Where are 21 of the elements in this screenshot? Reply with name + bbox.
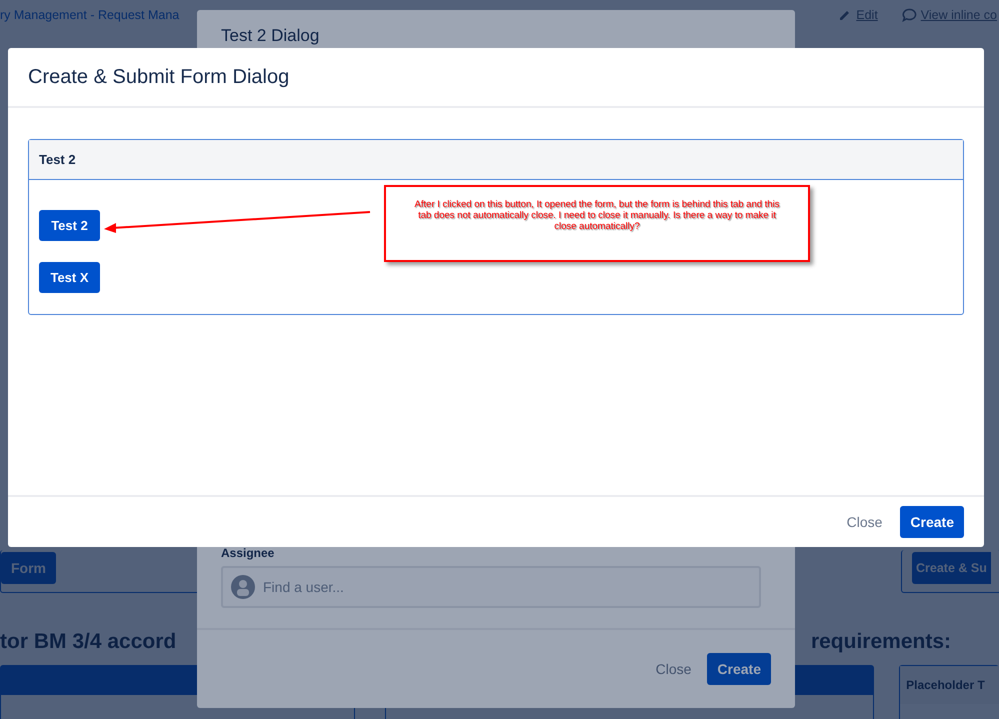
dialog-title: Test 2 Dialog: [220, 25, 320, 46]
create-button[interactable]: Create & Su: [912, 552, 991, 584]
close-button[interactable]: Close: [838, 506, 890, 538]
annotation-note: After I clicked on this button, It opened the form, but the form is behind this tab and this tab does not automatically close. I need to close it manually. Is there a way to make it close automatically?: [384, 185, 810, 262]
comment-icon: [902, 8, 917, 22]
create-button[interactable]: Create: [900, 506, 964, 538]
form-button[interactable]: Test 2: [39, 210, 100, 241]
form-button[interactable]: Test X: [39, 262, 100, 293]
panel-header: Test 2: [29, 140, 963, 180]
page-action-link[interactable]: Edit: [838, 6, 878, 24]
user-search-field[interactable]: Find a user...: [221, 566, 761, 608]
page-action-link[interactable]: View inline co: [902, 6, 997, 24]
avatar-icon: [231, 575, 255, 599]
dialog-title: Create & Submit Form Dialog: [8, 48, 984, 108]
form-button[interactable]: Form: [1, 552, 56, 584]
create-button[interactable]: Create: [707, 653, 771, 685]
close-button[interactable]: Close: [648, 652, 700, 686]
field-label: Assignee: [221, 545, 276, 562]
section-heading: tor BM 3/4 accord: [0, 629, 176, 655]
section-heading: requirements:: [810, 629, 951, 655]
breadcrumb-link[interactable]: ry Management - Request Mana: [0, 6, 180, 24]
